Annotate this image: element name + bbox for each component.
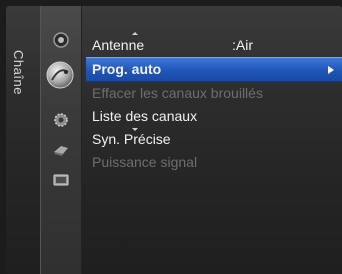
menu-item-label: Syn. Précise	[92, 131, 171, 147]
menu-item-value: :Air	[232, 37, 253, 53]
category-icon-bar	[40, 6, 112, 274]
menu-item-label: Antenne	[92, 37, 145, 53]
chevron-right-icon	[328, 66, 334, 74]
application-icon[interactable]	[51, 170, 71, 190]
channel-icon[interactable]	[45, 60, 75, 90]
menu-item-puissance-signal: Puissance signal	[86, 151, 342, 174]
menu-item-prog-auto[interactable]: Prog. auto	[86, 57, 342, 82]
channel-menu-panel: Chaîne Antenne:Air Prog. auto Effacer l…	[6, 6, 342, 274]
menu-category-title: Chaîne	[11, 50, 26, 95]
menu-item-syn-precise[interactable]: Syn. Précise	[86, 128, 342, 151]
picture-icon[interactable]	[51, 30, 71, 50]
menu-item-liste-canaux[interactable]: Liste des canaux	[86, 105, 342, 128]
channel-menu-list: Antenne :Air Prog. auto Effacer les cana…	[86, 34, 342, 174]
setup-icon[interactable]	[51, 110, 71, 130]
input-icon[interactable]	[51, 140, 71, 160]
menu-item-label: Prog. auto	[92, 61, 162, 77]
menu-item-label: Liste des canaux	[92, 108, 198, 124]
menu-item-label: Effacer les canaux brouillés	[92, 85, 263, 101]
menu-item-effacer-canaux: Effacer les canaux brouillés	[86, 82, 342, 105]
menu-item-label: Puissance signal	[92, 154, 198, 170]
menu-item-antenne[interactable]: Antenne :Air	[86, 34, 342, 57]
